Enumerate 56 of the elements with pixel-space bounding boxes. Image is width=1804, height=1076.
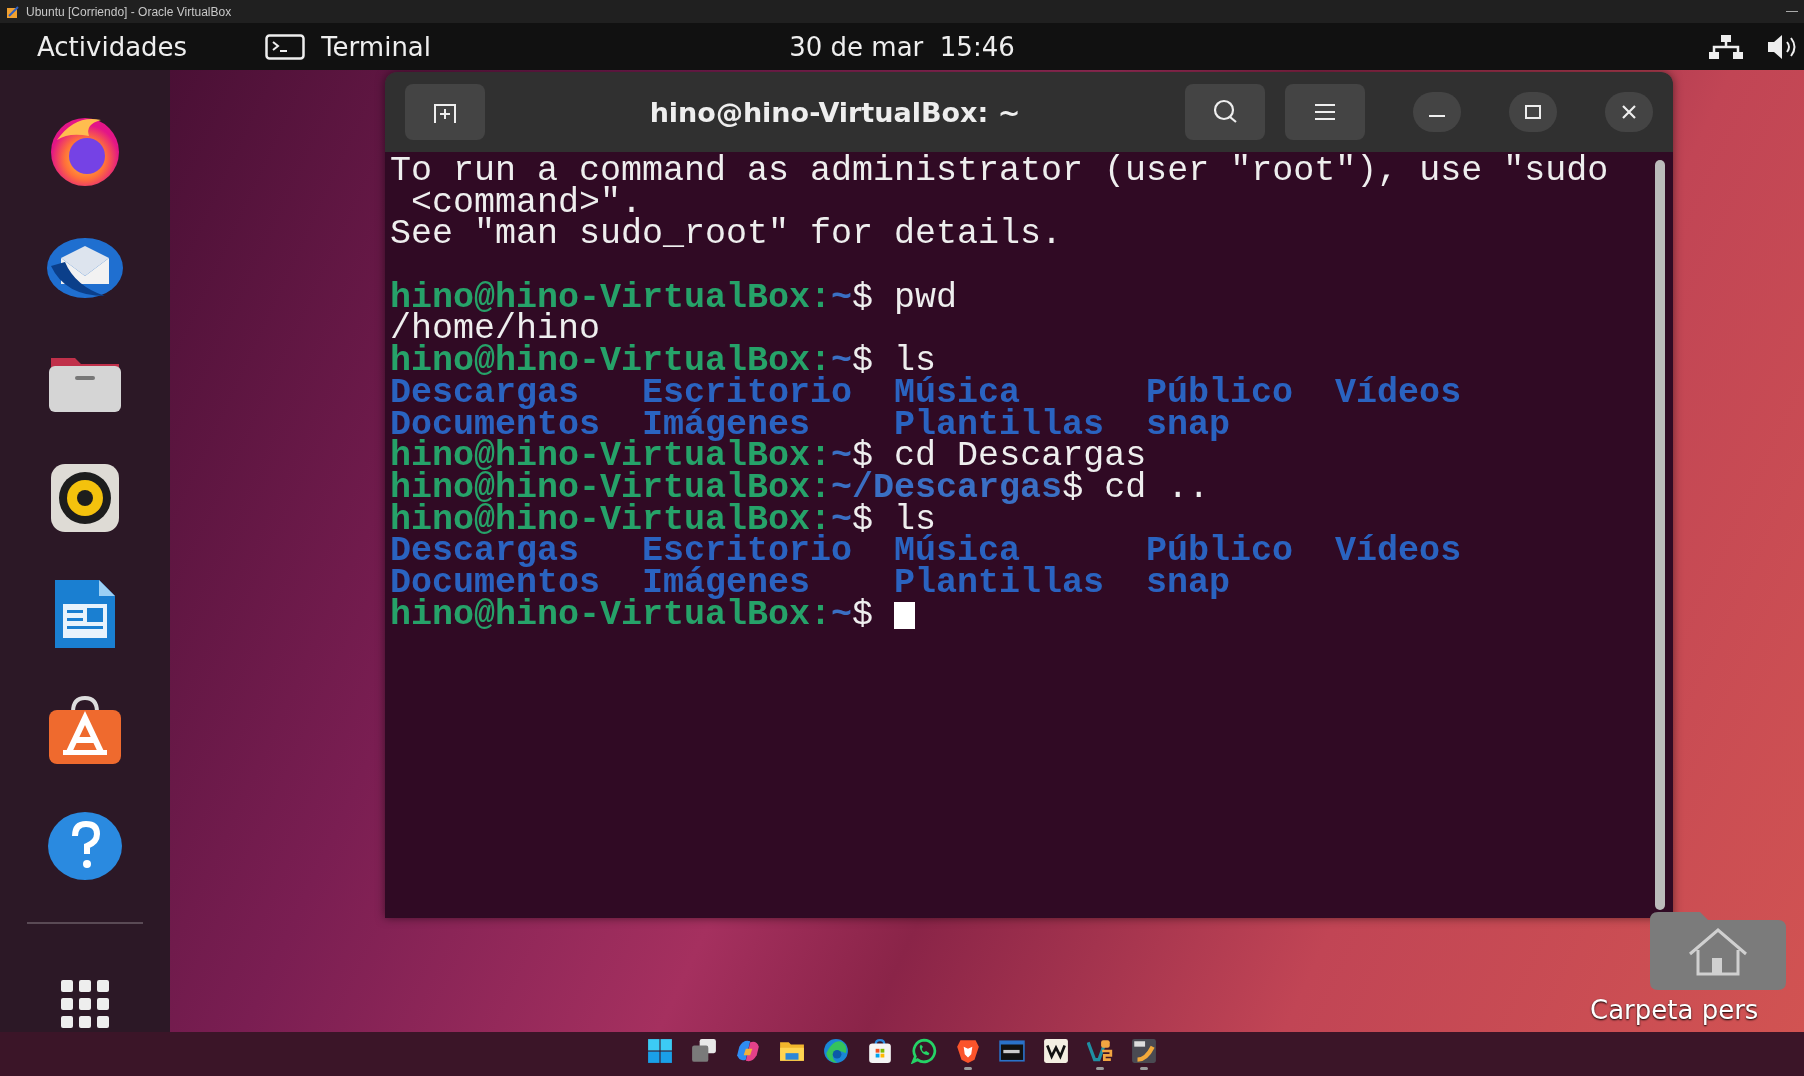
prompt-path: ~ (831, 346, 853, 378)
prompt-symbol: $ (852, 599, 874, 632)
scrollbar[interactable] (1655, 160, 1665, 910)
search-button[interactable] (1185, 84, 1265, 140)
prompt-symbol: $ (852, 282, 874, 315)
chat-icon[interactable] (911, 1038, 937, 1064)
terminal-command: cd .. (1104, 472, 1210, 505)
maximize-icon (1523, 102, 1543, 122)
app-icon[interactable] (1131, 1038, 1157, 1064)
desktop-icon-label[interactable]: Carpeta pers (1590, 995, 1759, 1025)
directory-name: Plantillas (894, 567, 1106, 600)
swirl-icon[interactable] (735, 1038, 761, 1064)
directory-name: snap (1146, 567, 1232, 600)
task-view-icon[interactable] (691, 1038, 717, 1064)
directory-name: snap (1146, 409, 1232, 442)
directory-name: Vídeos (1335, 377, 1463, 410)
prompt-path: ~ (831, 599, 853, 632)
home-folder-icon[interactable] (1650, 912, 1786, 990)
window-title: hino@hino-VirtualBox: ~ (648, 96, 1022, 128)
letter-w-icon[interactable] (1043, 1038, 1069, 1064)
prompt-path: ~ (831, 441, 853, 473)
directory-name: Público (1146, 377, 1295, 410)
directory-name: Vídeos (1335, 536, 1463, 568)
directory-name: Público (1146, 536, 1295, 568)
app-logo-icon (6, 4, 20, 19)
app-menu[interactable]: Terminal (265, 31, 432, 62)
network-icon[interactable] (1708, 33, 1744, 60)
prompt-symbol: $ (1062, 472, 1084, 505)
terminal-command: cd Descargas (894, 441, 1147, 473)
windows-grid-icon[interactable] (647, 1038, 673, 1064)
menu-button[interactable] (1285, 84, 1365, 140)
new-tab-button[interactable] (405, 84, 485, 140)
terminal-output: See "man sudo_root" for details. (390, 219, 1063, 252)
activities-button[interactable]: Actividades (37, 31, 188, 62)
store-icon[interactable] (867, 1038, 893, 1064)
prompt-user: hino@hino-VirtualBox: (390, 599, 832, 632)
clock[interactable]: 30 de mar 15:46 (789, 31, 1015, 62)
vs-icon[interactable] (1087, 1038, 1113, 1064)
window-title: Ubuntu [Corriendo] - Oracle VirtualBox (26, 4, 232, 19)
prompt-path: ~ (831, 282, 853, 315)
maximize-button[interactable] (1509, 92, 1557, 132)
close-button[interactable] (1605, 92, 1653, 132)
directory-name: Imágenes (642, 567, 811, 600)
terminal-window-icon[interactable] (999, 1038, 1025, 1064)
app-grid-icon[interactable] (61, 980, 109, 1028)
browser-icon[interactable] (823, 1038, 849, 1064)
directory-name: Descargas (390, 377, 580, 410)
directory-name: Descargas (390, 536, 580, 568)
prompt-symbol: $ (852, 504, 874, 537)
terminal-icon (265, 33, 306, 60)
minimize-icon (1429, 115, 1445, 117)
directory-name: Imágenes (642, 409, 811, 442)
terminal-command: pwd (894, 282, 958, 315)
prompt-path: ~/Descargas (831, 472, 1063, 505)
prompt-path: ~ (831, 504, 853, 537)
prompt-symbol: $ (852, 346, 874, 378)
